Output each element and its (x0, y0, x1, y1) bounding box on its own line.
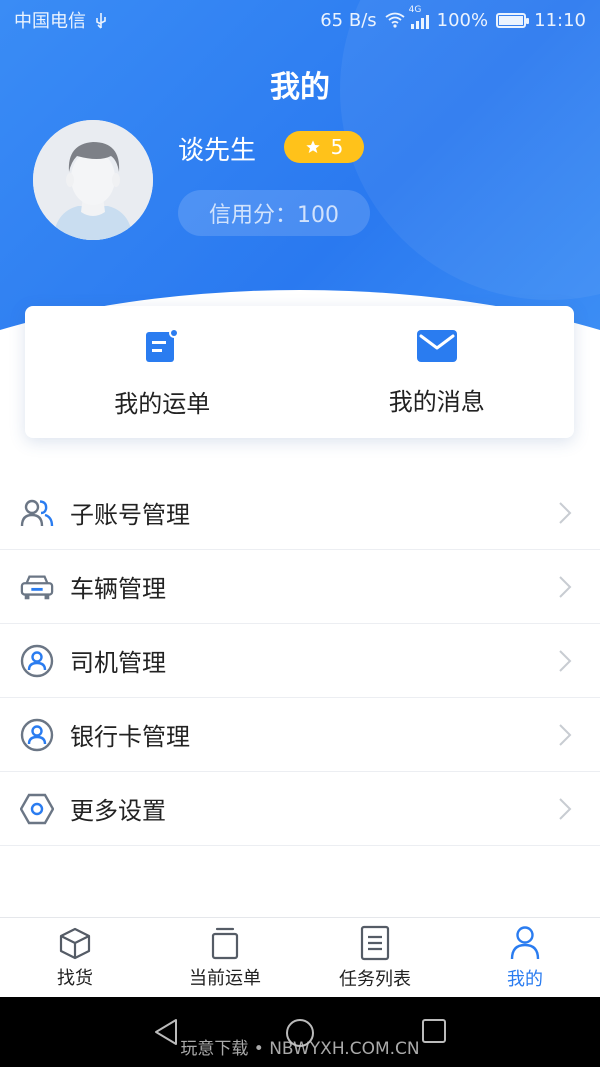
signal-icon: 4G (409, 5, 429, 29)
settings-menu: 子账号管理 车辆管理 司机管理 银行卡管理 更多设置 (0, 476, 600, 846)
header-decoration (340, 0, 600, 300)
my-waybill-label: 我的运单 (114, 389, 211, 418)
menu-item-vehicles[interactable]: 车辆管理 (0, 550, 600, 624)
chevron-right-icon (559, 575, 572, 598)
star-count: 5 (330, 135, 344, 159)
menu-label: 银行卡管理 (70, 723, 190, 751)
my-waybill-button[interactable]: 我的运单 (25, 306, 300, 438)
tab-label: 任务列表 (339, 968, 411, 990)
carrier-label: 中国电信 (14, 11, 86, 32)
tab-task-list[interactable]: 任务列表 (300, 918, 450, 997)
box-icon (59, 927, 91, 959)
network-speed: 65 B/s (320, 9, 377, 31)
menu-item-drivers[interactable]: 司机管理 (0, 624, 600, 698)
chevron-right-icon (559, 649, 572, 672)
clock: 11:10 (534, 9, 586, 31)
tab-current-waybill[interactable]: 当前运单 (150, 918, 300, 997)
tab-mine[interactable]: 我的 (450, 918, 600, 997)
watermark: 玩意下载 • NBWYXH.COM.CN (180, 1039, 420, 1059)
users-icon (20, 496, 54, 530)
driver-icon (20, 644, 54, 678)
network-type: 4G (408, 5, 422, 15)
usb-icon (94, 12, 112, 29)
tab-label: 找货 (57, 967, 93, 989)
mail-icon (416, 329, 457, 362)
menu-label: 子账号管理 (70, 501, 190, 529)
bank-card-icon (20, 718, 54, 752)
menu-item-more-settings[interactable]: 更多设置 (0, 772, 600, 846)
menu-item-bank-cards[interactable]: 银行卡管理 (0, 698, 600, 772)
car-icon (20, 570, 54, 604)
status-bar: 中国电信 65 B/s 4G 100% 11:10 (0, 0, 600, 40)
menu-label: 车辆管理 (70, 575, 166, 603)
username: 谈先生 (178, 136, 257, 166)
tab-find-goods[interactable]: 找货 (0, 918, 150, 997)
my-messages-label: 我的消息 (388, 387, 485, 416)
waybill-icon (146, 327, 180, 362)
chevron-right-icon (559, 723, 572, 746)
chevron-right-icon (559, 501, 572, 524)
default-avatar-icon (33, 120, 153, 240)
chevron-right-icon (559, 797, 572, 820)
my-messages-button[interactable]: 我的消息 (300, 306, 575, 438)
battery-icon (496, 12, 530, 28)
list-icon (360, 925, 390, 960)
bottom-tab-bar: 找货 当前运单 任务列表 我的 (0, 917, 600, 997)
wifi-icon (385, 12, 405, 28)
menu-label: 司机管理 (70, 649, 166, 677)
clipboard-icon (211, 927, 239, 959)
tab-label: 我的 (507, 968, 543, 990)
menu-label: 更多设置 (70, 797, 166, 825)
battery-percent: 100% (436, 9, 489, 31)
star-level-badge: 5 (284, 131, 364, 163)
tab-label: 当前运单 (189, 967, 261, 989)
settings-hexagon-icon (20, 792, 54, 826)
star-icon (305, 140, 320, 153)
menu-item-sub-accounts[interactable]: 子账号管理 (0, 476, 600, 550)
credit-score: 信用分：100 (178, 190, 370, 236)
person-icon (510, 925, 540, 959)
page-title: 我的 (270, 70, 330, 105)
avatar[interactable] (33, 120, 153, 240)
quick-actions-card: 我的运单 我的消息 (25, 306, 574, 438)
